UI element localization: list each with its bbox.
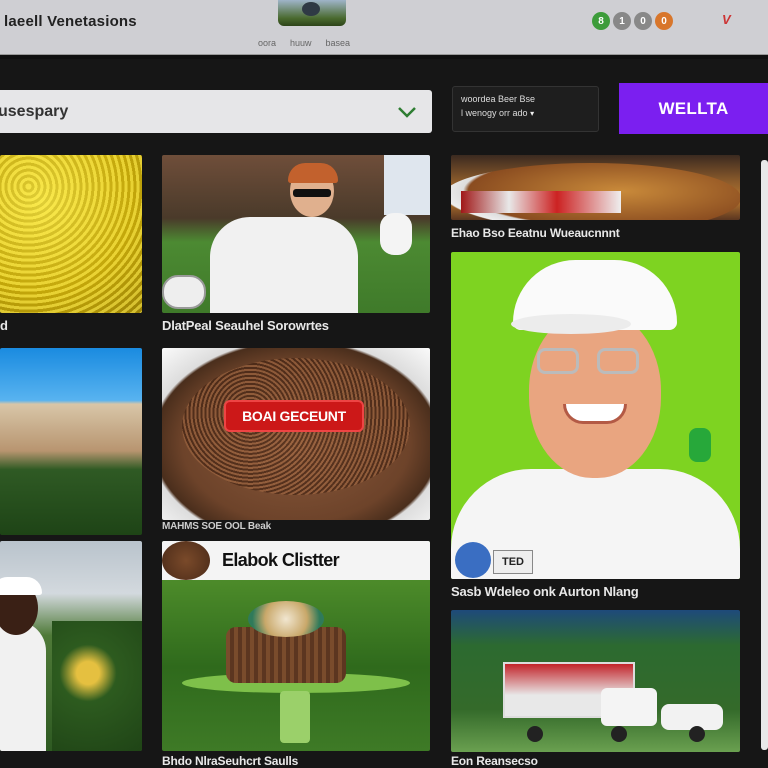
filter-select[interactable]: woordea Beer Bse l wenogy orr ado ▾ (452, 86, 599, 132)
caret-down-icon: ▾ (530, 109, 535, 118)
brand-logo[interactable]: V (722, 12, 731, 27)
top-bar: laeell Venetasions oora huuw basea 8 1 0… (0, 0, 768, 55)
filter-line-2: l wenogy orr ado (461, 108, 528, 118)
badge-4[interactable]: 0 (655, 12, 673, 30)
card-yellow-flowers[interactable] (0, 155, 142, 313)
card-golfer[interactable] (162, 155, 430, 313)
category-dropdown[interactable]: usespary (0, 90, 432, 133)
card-cake[interactable]: Elabok Clistter (162, 541, 430, 751)
card-caption[interactable]: Ehao Bso Eeatnu Wueaucnnnt (451, 226, 620, 240)
logo-image[interactable] (278, 0, 346, 26)
card-golfer-2[interactable] (0, 541, 142, 751)
top-link-2[interactable]: huuw (290, 38, 312, 48)
channel-logo-icon (455, 542, 491, 578)
card-caption[interactable]: MAHMS SOE OOL Beak (162, 521, 271, 532)
chevron-down-icon (398, 106, 416, 118)
card-food-plate[interactable] (451, 155, 740, 220)
card-truck[interactable] (451, 610, 740, 752)
primary-button[interactable]: WELLTA (619, 83, 768, 134)
badge-1[interactable]: 8 (592, 12, 610, 30)
card-caption[interactable]: Bhdo NlraSeuhcrt Saulls (162, 754, 298, 768)
sign-icon (162, 275, 206, 309)
card-caption[interactable]: d (0, 318, 8, 333)
channel-tag: TED (493, 550, 533, 574)
badge-3[interactable]: 0 (634, 12, 652, 30)
card-caption[interactable]: Eon Reansecso (451, 754, 538, 768)
card-mountain[interactable] (0, 348, 142, 535)
card-caption[interactable]: Sasb Wdeleo onk Aurton Nlang (451, 584, 639, 599)
mascot-icon (380, 213, 412, 255)
header-divider (0, 55, 768, 59)
card-caption[interactable]: DlatPeal Seauhel Sorowrtes (162, 318, 329, 333)
banner-title: Elabok Clistter (222, 550, 340, 570)
top-links: oora huuw basea (258, 38, 350, 48)
top-link-3[interactable]: basea (326, 38, 351, 48)
top-link-1[interactable]: oora (258, 38, 276, 48)
scrollbar[interactable] (761, 160, 768, 750)
card-portrait[interactable]: TED (451, 252, 740, 579)
card-banner: Elabok Clistter (162, 541, 430, 580)
banner-thumbnail (162, 541, 210, 580)
card-granola[interactable] (162, 348, 430, 520)
header-badges: 8 1 0 0 (592, 12, 673, 30)
site-title[interactable]: laeell Venetasions (4, 13, 137, 30)
badge-2[interactable]: 1 (613, 12, 631, 30)
pin-icon (689, 428, 711, 462)
price-label: BOAI GECEUNT (226, 402, 362, 430)
dropdown-value: usespary (0, 102, 69, 120)
filter-line-1: woordea Beer Bse (461, 94, 536, 104)
